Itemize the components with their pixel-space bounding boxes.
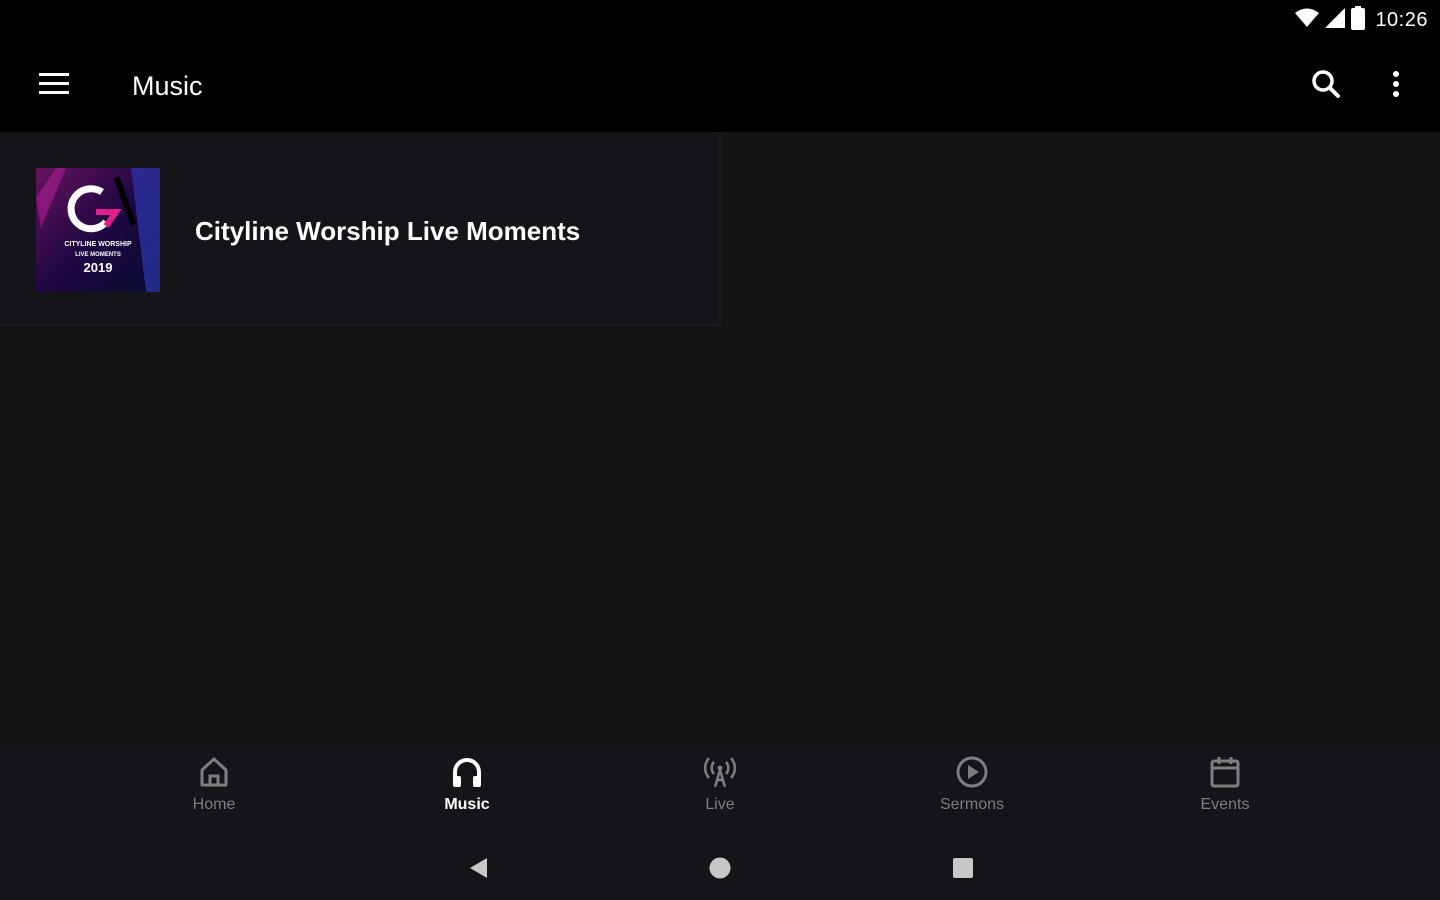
album-card[interactable]: CITYLINE WORSHIP LIVE MOMENTS 2019 Cityl…	[0, 132, 721, 326]
status-icons: 10:26	[1295, 5, 1428, 35]
broadcast-icon	[702, 754, 738, 790]
nav-item-home[interactable]: Home	[134, 754, 294, 826]
album-title: Cityline Worship Live Moments	[195, 216, 581, 246]
signal-icon	[1325, 7, 1346, 33]
system-navigation-bar	[0, 836, 1440, 900]
system-recents-button[interactable]	[943, 850, 983, 890]
nav-item-music[interactable]: Music	[387, 754, 547, 826]
wifi-icon	[1295, 8, 1320, 33]
play-circle-icon	[954, 754, 990, 790]
headphones-icon	[449, 754, 485, 790]
menu-icon	[39, 72, 69, 100]
back-icon	[467, 856, 489, 885]
album-art-text-line1: CITYLINE WORSHIP	[64, 241, 132, 248]
system-home-button[interactable]	[700, 850, 740, 890]
home-icon	[196, 754, 232, 790]
search-icon	[1311, 69, 1341, 104]
album-art-text-line2: LIVE MOMENTS	[75, 252, 121, 258]
nav-item-live[interactable]: Live	[640, 754, 800, 826]
system-back-button[interactable]	[458, 850, 498, 890]
battery-icon	[1351, 5, 1366, 35]
recents-icon	[952, 857, 974, 884]
more-vert-icon	[1392, 70, 1400, 103]
nav-item-events[interactable]: Events	[1145, 754, 1305, 826]
calendar-icon	[1207, 754, 1243, 790]
album-art-year: 2019	[84, 260, 113, 275]
nav-label-events: Events	[1200, 796, 1250, 813]
app-bar: Music	[0, 40, 1440, 132]
home-circle-icon	[708, 856, 732, 885]
album-cover-image: CITYLINE WORSHIP LIVE MOMENTS 2019	[36, 168, 160, 292]
album-art: CITYLINE WORSHIP LIVE MOMENTS 2019	[36, 168, 160, 292]
more-options-button[interactable]	[1374, 64, 1418, 108]
bottom-navigation: Home Music Live Sermons Events	[0, 740, 1440, 836]
nav-label-live: Live	[705, 796, 735, 813]
status-time: 10:26	[1375, 8, 1428, 31]
nav-label-home: Home	[192, 796, 236, 813]
menu-button[interactable]	[30, 66, 78, 106]
status-bar: 10:26	[0, 0, 1440, 40]
page-title: Music	[132, 71, 203, 101]
nav-item-sermons[interactable]: Sermons	[892, 754, 1052, 826]
nav-label-sermons: Sermons	[939, 796, 1005, 813]
album-list: CITYLINE WORSHIP LIVE MOMENTS 2019 Cityl…	[0, 132, 1440, 740]
nav-label-music: Music	[444, 796, 490, 813]
search-button[interactable]	[1304, 64, 1348, 108]
